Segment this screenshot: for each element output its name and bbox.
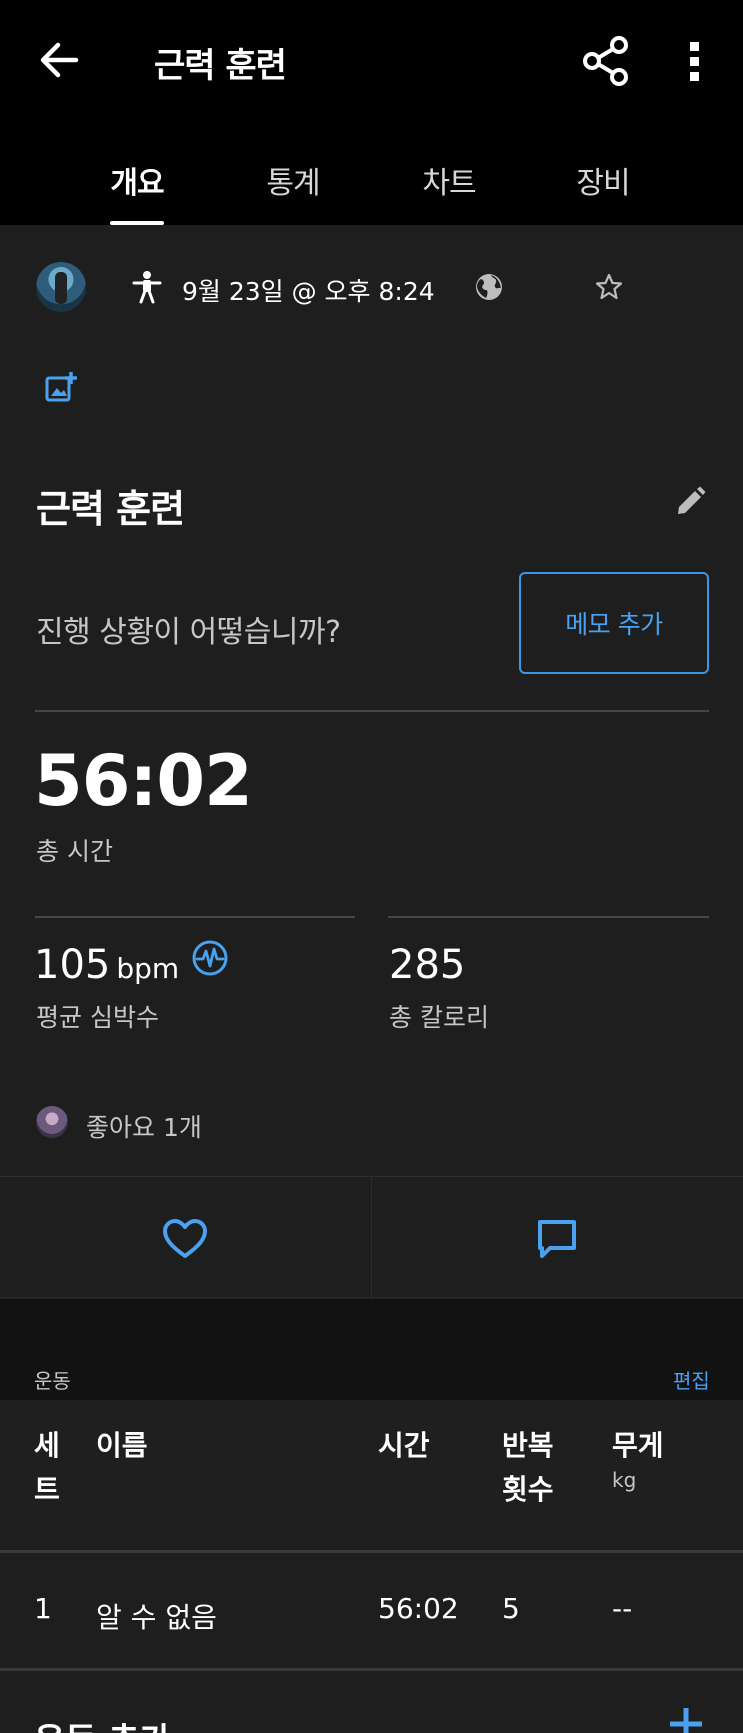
action-row [0, 1176, 743, 1299]
add-exercise-label[interactable]: 운동 추가 [34, 1713, 171, 1733]
total-time-label: 총 시간 [36, 837, 113, 866]
comment-icon [538, 1220, 576, 1258]
tab-stats[interactable]: 통계 [238, 158, 348, 225]
calories-label: 총 칼로리 [389, 1003, 489, 1032]
column-set: 세트 [34, 1429, 60, 1506]
edit-pencil-icon[interactable] [674, 486, 706, 518]
likes-count[interactable]: 좋아요 1개 [86, 1108, 202, 1144]
tab-gear[interactable]: 장비 [548, 158, 658, 225]
app-screen: 근력 훈련 개요 통계 차트 장비 9월 23일 @ 오후 8:24 근력 훈련… [0, 0, 743, 1733]
user-avatar[interactable] [36, 262, 86, 312]
tab-bar: 개요 통계 차트 장비 [0, 150, 743, 225]
row-time: 56:02 [378, 1592, 459, 1625]
top-bar: 근력 훈련 개요 통계 차트 장비 [0, 0, 743, 225]
column-weight: 무게 [612, 1429, 664, 1462]
avg-heart-rate: 105 bpm [34, 942, 179, 988]
add-photo-icon[interactable] [44, 370, 78, 404]
plus-icon[interactable] [666, 1704, 706, 1733]
divider [0, 1668, 743, 1671]
comment-button[interactable] [532, 1217, 582, 1261]
liker-avatar[interactable] [36, 1106, 68, 1138]
page-title: 근력 훈련 [154, 46, 287, 86]
section-separator [0, 1299, 743, 1400]
heart-icon [163, 1219, 207, 1258]
tab-overview[interactable]: 개요 [82, 158, 192, 225]
share-button[interactable] [578, 30, 634, 90]
row-weight: -- [612, 1592, 633, 1625]
total-time-value: 56:02 [34, 740, 253, 822]
divider [35, 916, 355, 918]
back-button[interactable] [30, 30, 90, 90]
column-reps: 반복 횟수 [502, 1429, 554, 1506]
like-button[interactable] [160, 1217, 210, 1261]
row-set: 1 [34, 1592, 52, 1625]
row-reps: 5 [502, 1592, 520, 1625]
avg-heart-rate-label: 평균 심박수 [36, 1003, 159, 1032]
notes-prompt: 진행 상황이 어떻습니까? [36, 615, 341, 650]
column-name: 이름 [96, 1429, 148, 1462]
activity-name: 근력 훈련 [36, 487, 185, 531]
heart-rate-icon[interactable] [191, 939, 229, 977]
globe-privacy-icon[interactable] [473, 271, 505, 303]
exercise-table-header: 세트 이름 시간 반복 횟수 무게 kg [0, 1400, 743, 1550]
divider [0, 1550, 743, 1553]
share-icon [583, 36, 628, 86]
divider [388, 916, 709, 918]
exercises-edit-link[interactable]: 편집 [673, 1365, 710, 1394]
divider [35, 710, 709, 712]
column-time: 시간 [378, 1429, 430, 1462]
calories-value: 285 [389, 942, 466, 988]
exercises-section-label: 운동 [34, 1369, 71, 1393]
row-name: 알 수 없음 [96, 1601, 217, 1634]
arrow-left-icon [40, 42, 79, 78]
more-options-button[interactable] [675, 30, 715, 90]
avg-heart-rate-unit: bpm [116, 952, 180, 985]
more-vertical-icon [690, 42, 699, 81]
column-weight-unit: kg [612, 1468, 637, 1492]
add-memo-button[interactable]: 메모 추가 [519, 572, 709, 674]
strength-activity-icon [132, 271, 162, 304]
activity-date: 9월 23일 @ 오후 8:24 [182, 277, 435, 306]
star-icon[interactable] [594, 272, 624, 302]
divider [371, 1177, 372, 1299]
tab-charts[interactable]: 차트 [394, 158, 504, 225]
avg-heart-rate-value: 105 [34, 942, 111, 988]
